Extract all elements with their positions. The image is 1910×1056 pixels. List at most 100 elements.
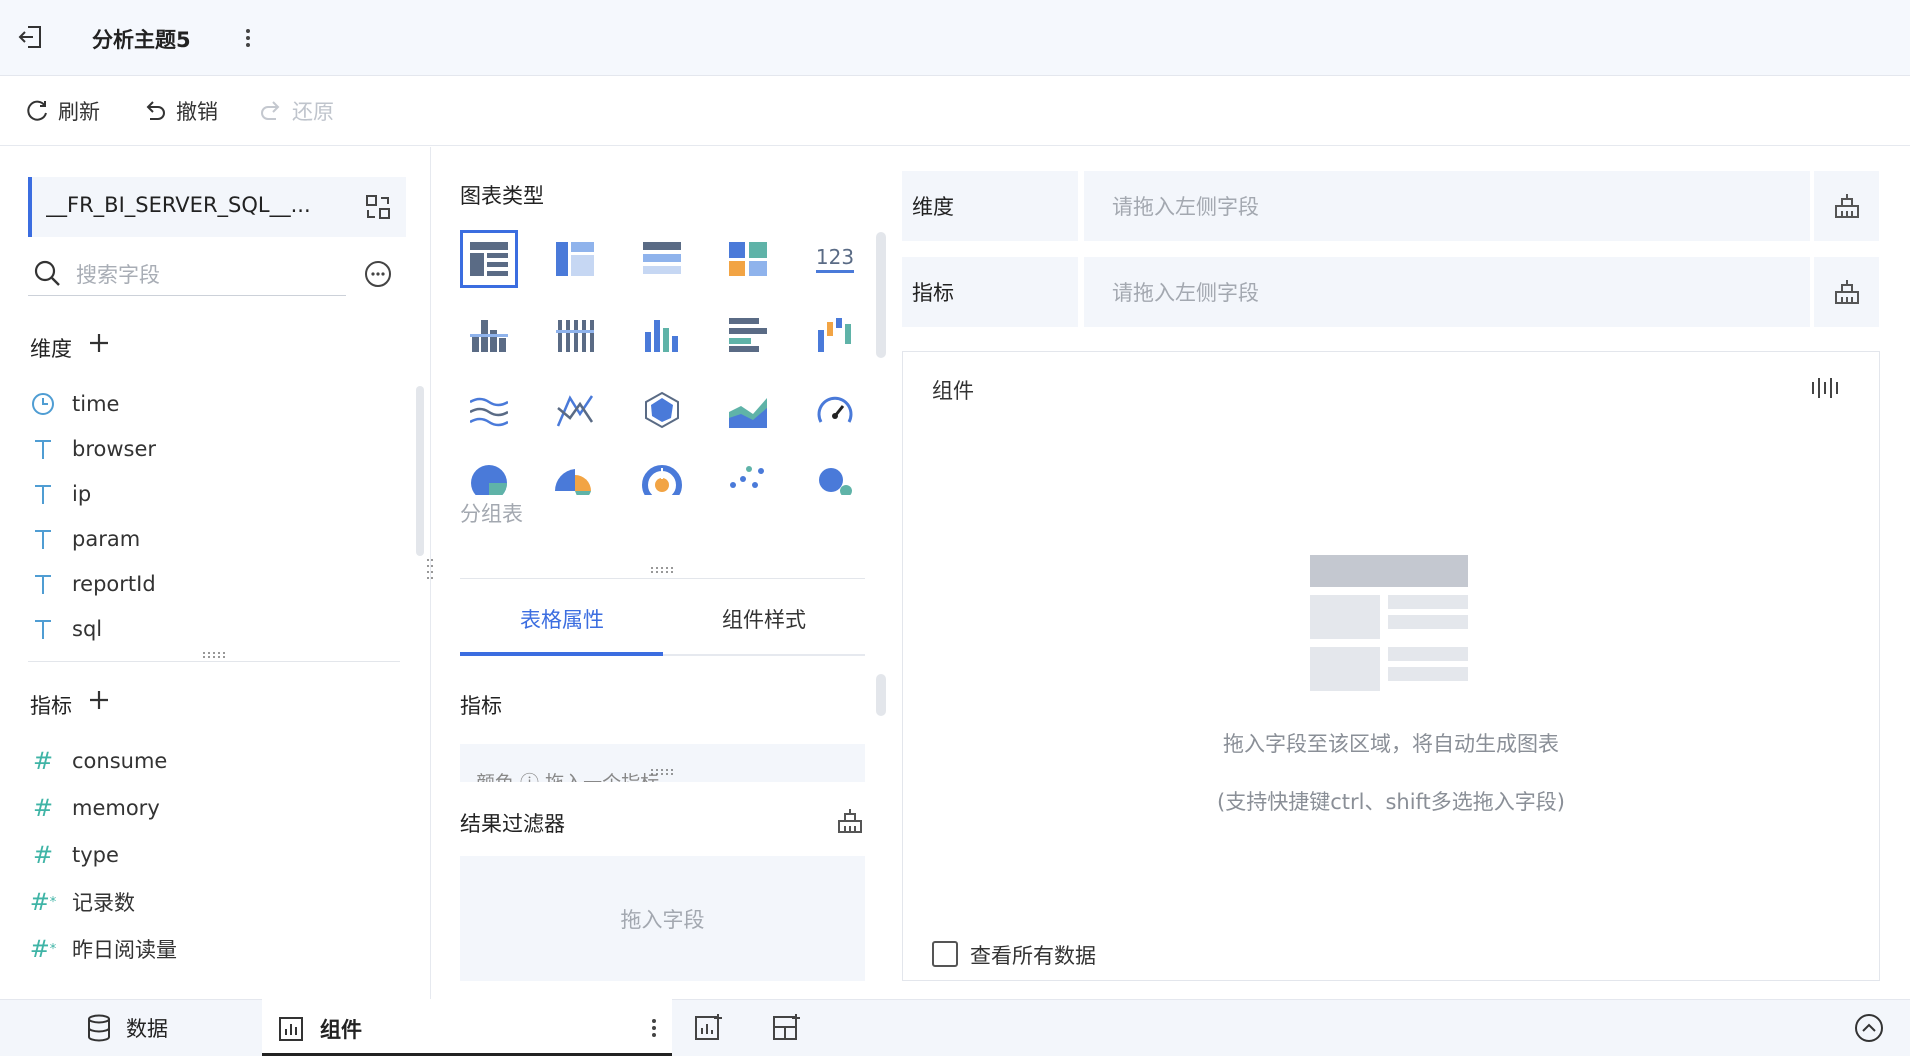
field-item-reportid[interactable]: reportId [28, 564, 408, 604]
resize-handle-icon[interactable] [202, 651, 226, 659]
refresh-label: 刷新 [58, 100, 100, 124]
dimension-section-title: 维度 [30, 337, 72, 361]
chart-type-waterfall[interactable] [806, 305, 864, 363]
dimension-dropzone[interactable]: 请拖入左侧字段 [1084, 171, 1810, 241]
stacked-bar-icon [556, 320, 594, 352]
chart-type-scatter[interactable] [719, 455, 777, 495]
field-label: memory [72, 796, 160, 820]
chart-panel-resize-icon[interactable] [650, 566, 674, 574]
field-label: param [72, 527, 141, 551]
result-filter-title: 结果过滤器 [460, 812, 565, 836]
chart-type-pie[interactable] [460, 455, 518, 495]
field-item-type[interactable]: # type [28, 835, 408, 875]
chart-type-rose[interactable] [546, 455, 604, 495]
chart-type-detail-table[interactable] [633, 230, 691, 288]
field-item-ip[interactable]: ip [28, 474, 408, 514]
chart-type-radar[interactable] [633, 381, 691, 439]
field-item-browser[interactable]: browser [28, 429, 408, 469]
field-item-memory[interactable]: # memory [28, 788, 408, 828]
more-vertical-icon[interactable] [240, 24, 256, 52]
chart-type-column[interactable] [633, 305, 691, 363]
redo-button[interactable]: 还原 [258, 96, 334, 126]
area-chart-icon [729, 398, 767, 428]
chart-type-horizontal-bar[interactable] [719, 305, 777, 363]
view-all-data-label: 查看所有数据 [970, 944, 1096, 968]
add-widget-icon[interactable] [694, 1013, 724, 1043]
chart-type-area[interactable] [719, 381, 777, 439]
chart-type-sunburst[interactable] [633, 455, 691, 495]
filter-drop-text: 拖入字段 [620, 907, 705, 932]
field-item-param[interactable]: param [28, 519, 408, 559]
text-type-icon [28, 479, 58, 509]
horizontal-bar-icon [729, 318, 767, 352]
field-item-sql[interactable]: sql [28, 609, 408, 649]
chart-type-grouped-table[interactable] [460, 230, 518, 288]
chart-type-cross-table[interactable] [546, 230, 604, 288]
chart-type-gauge[interactable] [806, 381, 864, 439]
color-metric-dropzone[interactable]: 颜色 ⓘ 拖入一个指标 [460, 744, 865, 782]
refresh-button[interactable]: 刷新 [24, 96, 100, 126]
data-tab-label: 数据 [126, 1017, 168, 1041]
widget-tab-content: 组件 [278, 1014, 362, 1044]
chart-type-polyline[interactable] [546, 381, 604, 439]
add-dashboard-icon[interactable] [772, 1013, 802, 1043]
chart-type-grouped-bar[interactable] [460, 305, 518, 363]
dimension-row-label: 维度 [902, 171, 1078, 241]
search-input[interactable]: 搜索字段 [76, 259, 160, 289]
refresh-icon [27, 100, 47, 121]
bar-chart-icon [279, 1017, 303, 1041]
color-metric-text: 颜色 ⓘ 拖入一个指标 [476, 768, 659, 782]
dataset-name: __FR_BI_SERVER_SQL__... [46, 193, 311, 217]
field-label: browser [72, 437, 157, 461]
chart-type-multi-widget[interactable] [719, 230, 777, 288]
field-item-consume[interactable]: # consume [28, 741, 408, 781]
property-scrollbar[interactable] [876, 674, 886, 716]
field-item-time[interactable]: time [28, 384, 408, 424]
property-resize-icon[interactable] [650, 768, 674, 776]
active-tab-indicator [460, 652, 663, 656]
database-icon [88, 1014, 110, 1042]
switch-dataset-icon[interactable] [364, 193, 392, 221]
tab-table-properties[interactable]: 表格属性 [462, 604, 662, 634]
text-type-icon [28, 614, 58, 644]
field-item-yesterday-reads[interactable]: # * 昨日阅读量 [28, 929, 408, 969]
search-icon [32, 258, 62, 288]
exit-icon[interactable] [16, 22, 46, 52]
dimension-settings-button[interactable] [1814, 171, 1879, 241]
field-label: consume [72, 749, 168, 773]
tab-widget-style[interactable]: 组件样式 [664, 604, 864, 634]
view-all-data-checkbox[interactable] [932, 941, 958, 967]
widget-settings-icon[interactable] [1810, 374, 1840, 402]
more-options-icon[interactable] [364, 260, 392, 288]
chart-type-scrollbar[interactable] [876, 232, 886, 358]
filter-settings-icon[interactable] [836, 807, 864, 835]
undo-label: 撤销 [176, 100, 218, 124]
widget-title: 组件 [932, 379, 974, 403]
section-divider [28, 661, 400, 662]
chart-type-bubble[interactable] [806, 455, 864, 495]
data-tab[interactable]: 数据 [86, 1013, 168, 1043]
field-label: 记录数 [72, 891, 135, 915]
metric-row-label: 指标 [902, 257, 1078, 327]
undo-button[interactable]: 撤销 [142, 96, 218, 126]
add-metric-icon[interactable] [86, 687, 112, 713]
kpi-number-icon: 123 [816, 245, 854, 273]
chart-type-kpi[interactable]: 123 [806, 230, 864, 288]
collapse-up-icon[interactable] [1854, 1013, 1884, 1043]
rose-chart-icon [554, 469, 591, 495]
dimension-list-scrollbar[interactable] [416, 386, 424, 556]
chart-type-line[interactable] [460, 381, 518, 439]
result-filter-dropzone[interactable]: 拖入字段 [460, 856, 865, 981]
undo-icon [146, 101, 165, 120]
field-item-record-count[interactable]: # * 记录数 [28, 882, 408, 922]
widget-tab-more-icon[interactable] [648, 1014, 660, 1042]
panel-resize-handle-icon[interactable] [426, 558, 434, 584]
number-type-icon: # [32, 841, 54, 869]
empty-hint-secondary: (支持快捷键ctrl、shift多选拖入字段) [1217, 790, 1565, 814]
add-dimension-icon[interactable] [86, 330, 112, 356]
svg-text:123: 123 [816, 245, 854, 269]
chart-type-stacked-bar[interactable] [546, 305, 604, 363]
metric-settings-button[interactable] [1814, 257, 1879, 327]
top-bar [0, 0, 1910, 76]
metric-dropzone[interactable]: 请拖入左侧字段 [1084, 257, 1810, 327]
